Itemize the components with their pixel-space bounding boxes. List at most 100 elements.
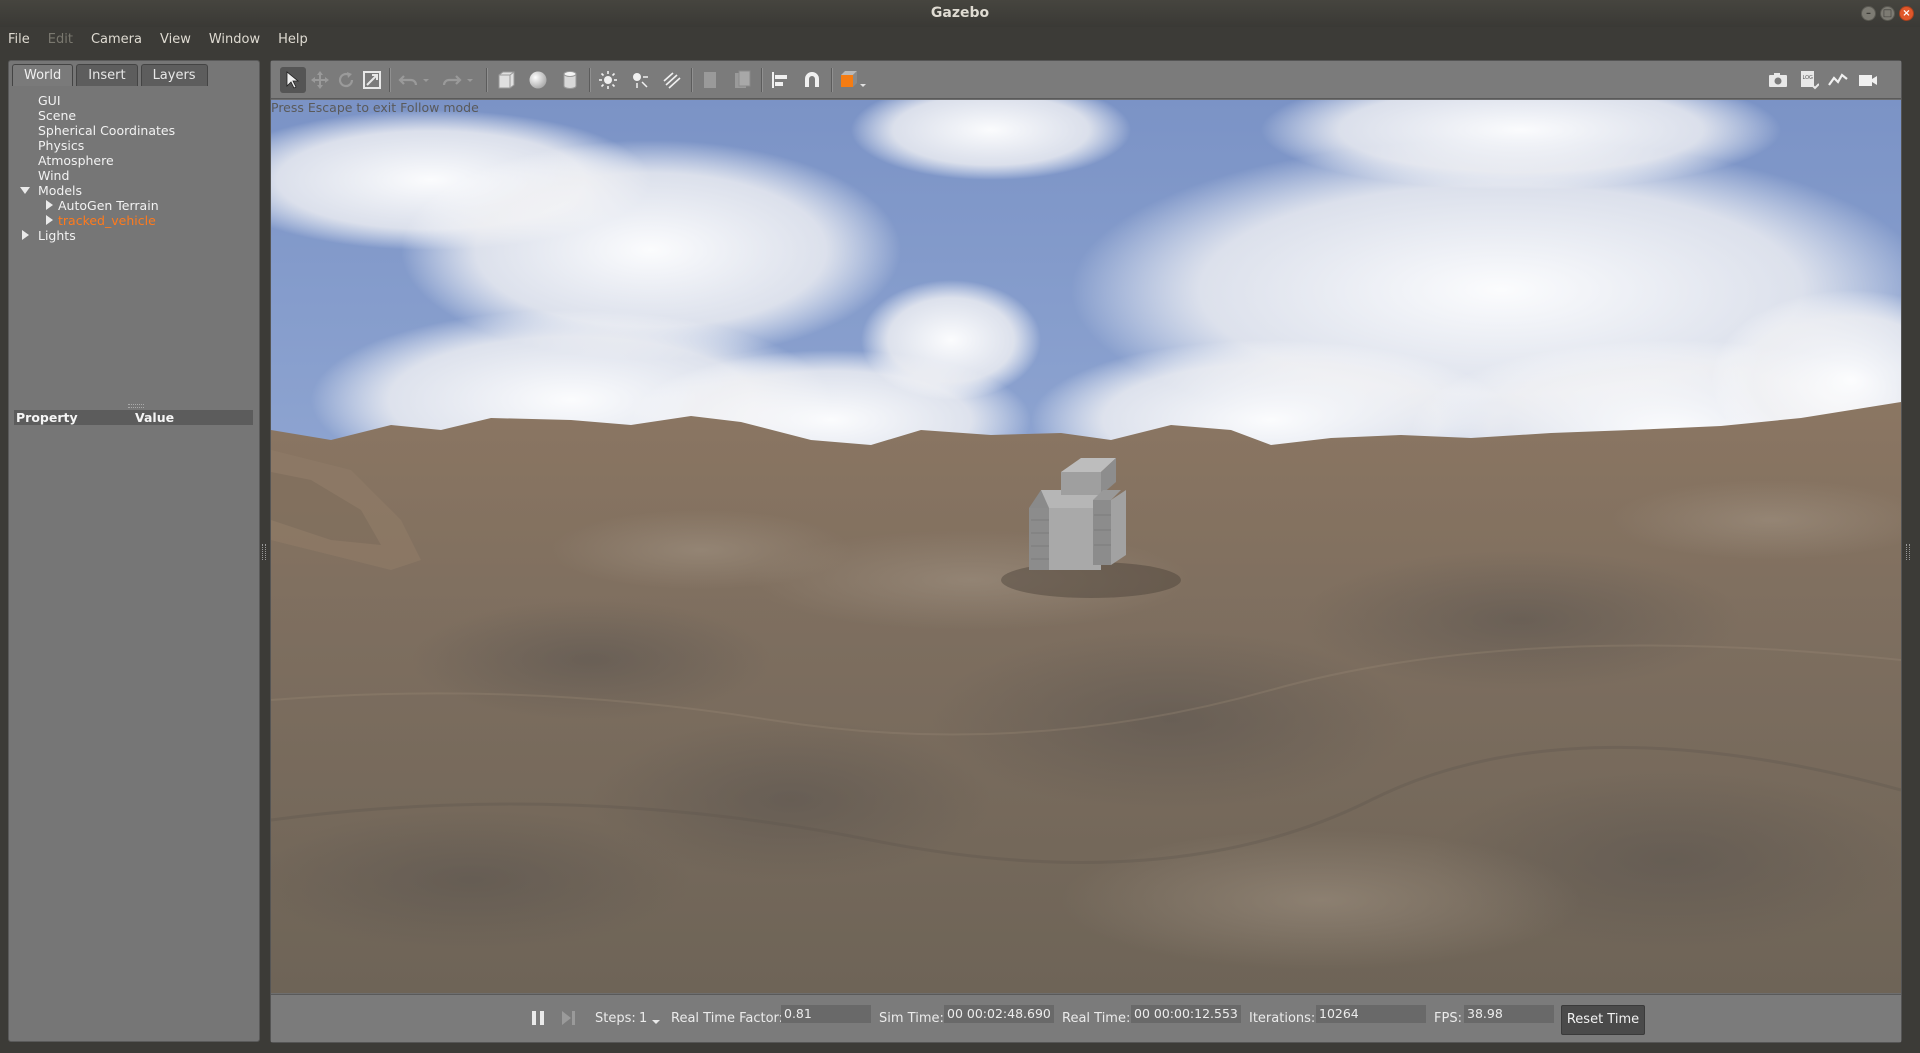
sphere-shape-button[interactable] xyxy=(525,67,551,93)
log-button[interactable]: LOG xyxy=(1795,67,1821,93)
tree-item-label: Lights xyxy=(38,228,76,243)
collapse-triangle-icon[interactable] xyxy=(20,187,30,194)
paste-button[interactable] xyxy=(729,67,755,93)
close-icon[interactable]: × xyxy=(1899,6,1914,21)
scale-mode-button[interactable] xyxy=(359,67,385,93)
chevron-down-icon[interactable] xyxy=(651,1017,661,1027)
redo-icon xyxy=(442,75,462,86)
tab-world[interactable]: World xyxy=(12,64,74,86)
view-cube-icon xyxy=(841,71,866,87)
tree-item-models[interactable]: Models xyxy=(16,183,256,198)
tab-layers[interactable]: Layers xyxy=(140,64,208,86)
menu-file[interactable]: File xyxy=(8,32,30,47)
time-panel: Steps: 1 Real Time Factor: 0.81 Sim Time… xyxy=(271,994,1901,1042)
sphere-icon xyxy=(529,71,547,89)
minimize-icon[interactable]: – xyxy=(1861,6,1876,21)
menu-help[interactable]: Help xyxy=(278,32,308,47)
plot-button[interactable] xyxy=(1825,67,1851,93)
menu-camera[interactable]: Camera xyxy=(91,32,142,47)
toolbar-separator xyxy=(389,68,391,92)
spot-light-button[interactable] xyxy=(627,67,653,93)
select-mode-button[interactable] xyxy=(280,67,306,93)
toolbar-separator xyxy=(831,68,833,92)
snap-button[interactable] xyxy=(799,67,825,93)
expand-triangle-icon[interactable] xyxy=(46,200,53,210)
tree-item-label: tracked_vehicle xyxy=(58,213,156,228)
undo-button[interactable] xyxy=(395,67,421,93)
tree-item-physics[interactable]: Physics xyxy=(16,138,256,153)
line-chart-icon xyxy=(1828,73,1848,86)
fps-value: 38.98 xyxy=(1464,1005,1554,1023)
pause-icon xyxy=(532,1011,544,1025)
toolbar-separator xyxy=(761,68,763,92)
toolbar-separator xyxy=(589,68,591,92)
tree-item-label: Atmosphere xyxy=(38,153,114,168)
tree-item-wind[interactable]: Wind xyxy=(16,168,256,183)
tree-item-gui[interactable]: GUI xyxy=(16,93,256,108)
rotate-mode-button[interactable] xyxy=(333,67,359,93)
property-column-header: Property xyxy=(16,410,78,425)
log-file-icon: LOG xyxy=(1801,71,1819,90)
tab-insert[interactable]: Insert xyxy=(76,64,138,86)
tree-item-label: Physics xyxy=(38,138,85,153)
fps-label: FPS: xyxy=(1434,1011,1462,1026)
follow-mode-message: Press Escape to exit Follow mode xyxy=(271,100,479,115)
box-icon xyxy=(498,71,515,89)
copy-button[interactable] xyxy=(697,67,723,93)
reset-time-button[interactable]: Reset Time xyxy=(1561,1005,1645,1035)
record-video-button[interactable] xyxy=(1855,67,1881,93)
tree-item-lights[interactable]: Lights xyxy=(16,228,256,243)
spotlight-icon xyxy=(633,73,648,88)
tree-item-label: AutoGen Terrain xyxy=(58,198,159,213)
point-light-button[interactable] xyxy=(595,67,621,93)
left-splitter-handle[interactable] xyxy=(262,544,266,560)
tree-item-label: GUI xyxy=(38,93,61,108)
tree-item-autogen-terrain[interactable]: AutoGen Terrain xyxy=(16,198,256,213)
view-angle-button[interactable] xyxy=(837,67,869,93)
left-panel-tabs: World Insert Layers xyxy=(12,64,211,86)
real-time-value: 00 00:00:12.553 xyxy=(1131,1005,1241,1023)
magnet-icon xyxy=(805,72,819,87)
world-tree: GUI Scene Spherical Coordinates Physics … xyxy=(16,93,256,243)
iterations-label: Iterations: xyxy=(1249,1011,1316,1026)
step-button[interactable] xyxy=(555,1005,581,1031)
menu-edit[interactable]: Edit xyxy=(48,32,73,47)
translate-mode-button[interactable] xyxy=(307,67,333,93)
toolbar-separator xyxy=(691,68,693,92)
value-column-header: Value xyxy=(135,410,175,425)
camera-icon xyxy=(1769,73,1787,87)
toolbar-separator xyxy=(486,68,488,92)
maximize-icon[interactable]: □ xyxy=(1880,6,1895,21)
tree-item-label: Spherical Coordinates xyxy=(38,123,176,138)
tree-item-scene[interactable]: Scene xyxy=(16,108,256,123)
tree-item-spherical-coordinates[interactable]: Spherical Coordinates xyxy=(16,123,256,138)
tree-item-label: Models xyxy=(38,183,83,198)
tree-item-label: Scene xyxy=(38,108,77,123)
expand-triangle-icon[interactable] xyxy=(46,215,53,225)
tree-item-tracked-vehicle[interactable]: tracked_vehicle xyxy=(16,213,256,228)
expand-triangle-icon[interactable] xyxy=(22,230,29,240)
steps-value[interactable]: 1 xyxy=(639,1011,647,1026)
panel-splitter-handle[interactable] xyxy=(128,404,144,408)
cylinder-icon xyxy=(563,71,577,89)
tree-item-atmosphere[interactable]: Atmosphere xyxy=(16,153,256,168)
cylinder-shape-button[interactable] xyxy=(557,67,583,93)
move-arrows-icon xyxy=(311,71,329,89)
copy-icon xyxy=(704,72,716,88)
menu-window[interactable]: Window xyxy=(209,32,260,47)
scene-viewport[interactable] xyxy=(271,100,1901,993)
right-splitter-handle[interactable] xyxy=(1906,544,1910,560)
align-button[interactable] xyxy=(767,67,793,93)
property-table-header: Property Value xyxy=(14,410,253,425)
menu-view[interactable]: View xyxy=(160,32,191,47)
undo-history-button[interactable] xyxy=(419,67,433,93)
undo-icon xyxy=(398,75,418,86)
scale-icon xyxy=(363,71,381,89)
redo-button[interactable] xyxy=(439,67,465,93)
directional-light-button[interactable] xyxy=(659,67,685,93)
pause-button[interactable] xyxy=(525,1005,551,1031)
screenshot-button[interactable] xyxy=(1765,67,1791,93)
iterations-value: 10264 xyxy=(1316,1005,1426,1023)
box-shape-button[interactable] xyxy=(493,67,519,93)
redo-history-button[interactable] xyxy=(463,67,477,93)
